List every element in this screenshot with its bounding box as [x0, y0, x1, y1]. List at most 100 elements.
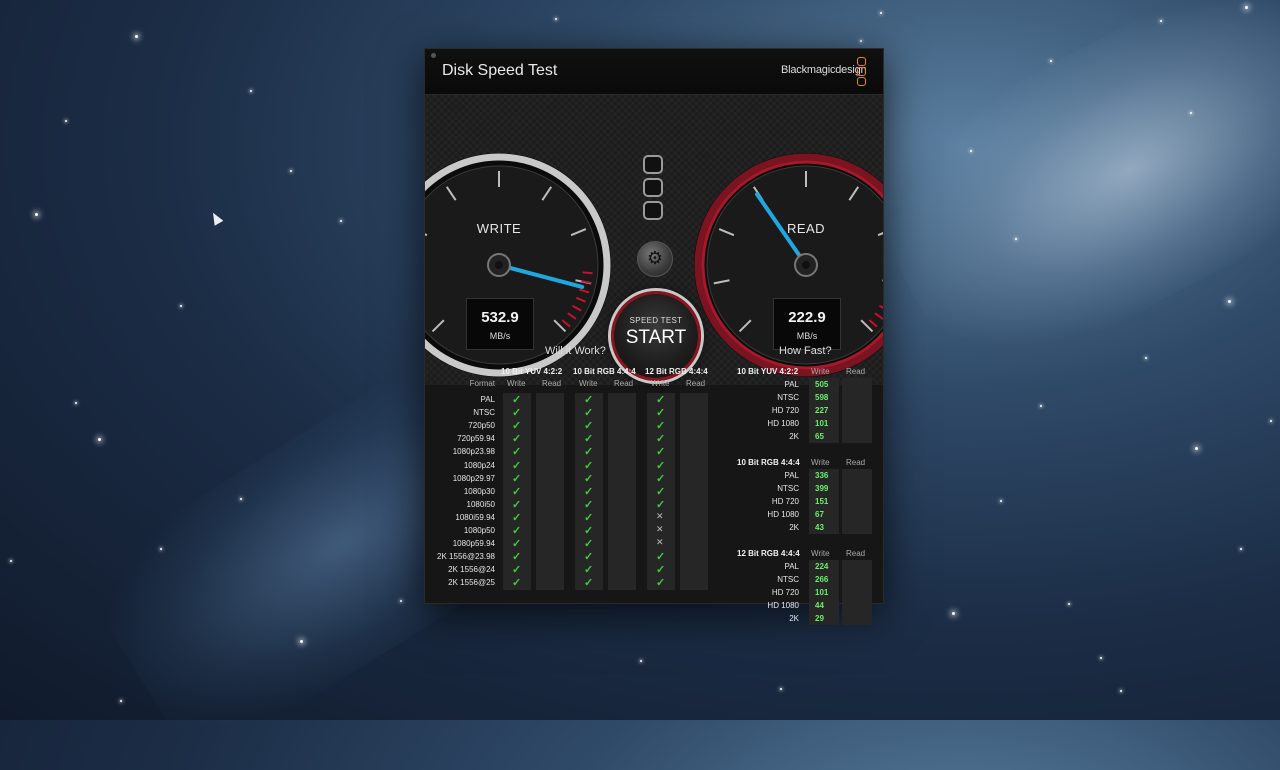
- star: [1050, 60, 1052, 62]
- check-icon: ✓: [656, 393, 665, 406]
- format-name: NTSC: [733, 393, 799, 402]
- write-column-label: Write: [579, 379, 598, 388]
- star: [340, 220, 342, 222]
- star: [1015, 238, 1017, 240]
- format-column-label: Format: [429, 379, 495, 388]
- star: [290, 170, 292, 172]
- format-name: 1080p30: [429, 487, 495, 496]
- check-icon: ✓: [584, 459, 593, 472]
- star: [780, 688, 782, 690]
- check-icon: ✓: [656, 472, 665, 485]
- star: [952, 612, 955, 615]
- app-title: Disk Speed Test: [442, 62, 557, 80]
- format-name: 1080p50: [429, 526, 495, 535]
- read-column-label: Read: [846, 549, 865, 558]
- check-icon: ✓: [512, 406, 521, 419]
- check-icon: ✓: [512, 563, 521, 576]
- check-icon: ✓: [656, 550, 665, 563]
- format-name: HD 1080: [733, 510, 799, 519]
- title-bar[interactable]: Disk Speed Test Blackmagicdesign: [425, 49, 883, 95]
- format-name: 1080p23.98: [429, 447, 495, 456]
- galaxy-band: [848, 0, 1280, 402]
- star: [1000, 500, 1002, 502]
- write-speed-cell: 336: [815, 471, 828, 480]
- write-gauge-label: WRITE: [459, 221, 539, 236]
- disk-speed-test-window: Disk Speed Test Blackmagicdesign WRITE 5…: [424, 48, 884, 604]
- format-name: 2K: [733, 432, 799, 441]
- write-speed-cell: 101: [815, 419, 828, 428]
- check-icon: ✓: [584, 432, 593, 445]
- group-header: 10 Bit RGB 4:4:4: [737, 458, 800, 467]
- write-speed-cell: 29: [815, 614, 824, 623]
- read-column: [608, 393, 636, 590]
- read-column: [842, 560, 872, 625]
- write-speed-cell: 101: [815, 588, 828, 597]
- star: [1245, 6, 1248, 9]
- check-icon: ✓: [512, 550, 521, 563]
- star: [1100, 657, 1102, 659]
- start-button-caption: SPEED TEST: [614, 316, 698, 325]
- star: [1190, 112, 1192, 114]
- star: [1068, 603, 1070, 605]
- format-name: 1080i59.94: [429, 513, 495, 522]
- group-header: 10 Bit YUV 4:2:2: [501, 367, 562, 376]
- check-icon: ✓: [512, 393, 521, 406]
- check-icon: ✓: [584, 511, 593, 524]
- format-name: 2K 1556@23.98: [429, 552, 495, 561]
- star: [860, 40, 862, 42]
- star: [75, 402, 77, 404]
- check-icon: ✓: [656, 406, 665, 419]
- write-speed-cell: 399: [815, 484, 828, 493]
- will-it-work-heading: Will it Work?: [545, 345, 606, 357]
- settings-button[interactable]: ⚙: [637, 241, 673, 277]
- check-icon: ✓: [584, 485, 593, 498]
- format-name: HD 1080: [733, 601, 799, 610]
- read-speed-value: 222.9: [774, 309, 840, 326]
- star: [250, 90, 252, 92]
- star: [35, 213, 38, 216]
- write-speed-cell: 266: [815, 575, 828, 584]
- write-speed-cell: 505: [815, 380, 828, 389]
- check-icon: ✓: [512, 419, 521, 432]
- check-icon: ✓: [656, 576, 665, 589]
- star: [180, 305, 182, 307]
- check-icon: ✓: [584, 550, 593, 563]
- format-name: 2K: [733, 523, 799, 532]
- check-icon: ✓: [512, 524, 521, 537]
- star: [98, 438, 101, 441]
- group-header: 10 Bit RGB 4:4:4: [573, 367, 636, 376]
- write-speed-cell: 151: [815, 497, 828, 506]
- check-icon: ✓: [512, 537, 521, 550]
- check-icon: ✓: [656, 498, 665, 511]
- format-name: 720p50: [429, 421, 495, 430]
- check-icon: ✓: [584, 563, 593, 576]
- group-header: 12 Bit RGB 4:4:4: [737, 549, 800, 558]
- read-readout: 222.9 MB/s: [773, 298, 841, 350]
- check-icon: ✓: [512, 485, 521, 498]
- write-column-label: Write: [811, 458, 830, 467]
- format-name: 2K 1556@25: [429, 578, 495, 587]
- format-name: NTSC: [733, 575, 799, 584]
- check-icon: ✓: [512, 445, 521, 458]
- read-column: [536, 393, 564, 590]
- format-name: HD 720: [733, 406, 799, 415]
- format-name: HD 720: [733, 497, 799, 506]
- format-name: NTSC: [733, 484, 799, 493]
- group-header: 10 Bit YUV 4:2:2: [737, 367, 798, 376]
- write-speed-cell: 44: [815, 601, 824, 610]
- star: [1120, 690, 1122, 692]
- check-icon: ✓: [656, 445, 665, 458]
- mouse-cursor-icon: [209, 210, 224, 225]
- star: [1270, 420, 1272, 422]
- star: [300, 640, 303, 643]
- gauge-panel: WRITE 532.9 MB/s READ 222.9 MB/s ⚙ SPEED…: [425, 95, 883, 385]
- close-icon[interactable]: [431, 53, 436, 58]
- check-icon: ✓: [512, 459, 521, 472]
- format-name: PAL: [733, 380, 799, 389]
- check-icon: ✓: [584, 498, 593, 511]
- read-column-label: Read: [846, 458, 865, 467]
- status-leds: [643, 155, 663, 224]
- star: [65, 120, 67, 122]
- star: [1240, 548, 1242, 550]
- check-icon: ✓: [584, 406, 593, 419]
